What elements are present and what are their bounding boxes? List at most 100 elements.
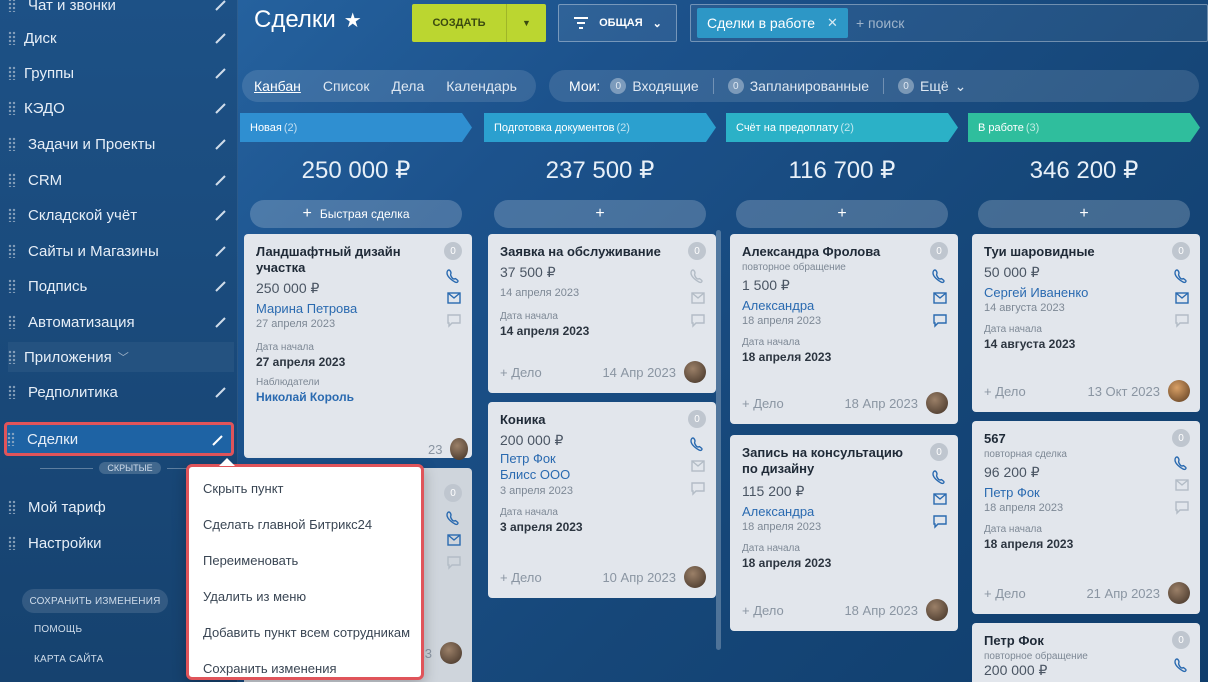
mail-icon[interactable]	[1174, 290, 1190, 306]
avatar[interactable]	[1168, 380, 1190, 402]
phone-icon[interactable]	[1174, 657, 1190, 673]
add-activity-link[interactable]: + Дело	[984, 586, 1026, 601]
avatar[interactable]	[684, 361, 706, 383]
chat-icon[interactable]	[1174, 312, 1190, 328]
deal-card[interactable]: 567 повторная сделка 96 200 ₽ Петр Фок 1…	[972, 421, 1200, 614]
column-scrollbar[interactable]	[716, 230, 721, 650]
deal-card[interactable]: Александра Фролова повторное обращение 1…	[730, 234, 958, 424]
drag-handle-icon[interactable]	[8, 137, 16, 151]
menu-item-sites[interactable]: Сайты и Магазины	[8, 236, 234, 266]
observer-link[interactable]: Николай Король	[256, 390, 460, 404]
edit-icon[interactable]	[214, 31, 228, 45]
edit-icon[interactable]	[214, 279, 228, 293]
menu-item-crm[interactable]: CRM	[8, 165, 234, 195]
column-header[interactable]: Новая (2)	[240, 113, 472, 142]
drag-handle-icon[interactable]	[8, 31, 16, 45]
edit-icon[interactable]	[214, 315, 228, 329]
menu-item-chat[interactable]: Чат и звонки	[8, 0, 234, 20]
deal-title[interactable]: Коника	[500, 412, 680, 428]
deal-title[interactable]: Запись на консультацию по дизайну	[742, 445, 922, 477]
menu-item-kedo[interactable]: КЭДО	[8, 93, 234, 123]
column-header[interactable]: Подготовка документов (2)	[484, 113, 716, 142]
save-changes-button[interactable]: СОХРАНИТЬ ИЗМЕНЕНИЯ	[22, 589, 168, 613]
mail-icon[interactable]	[690, 290, 706, 306]
drag-handle-icon[interactable]	[8, 101, 16, 115]
counter-more[interactable]: 0 Ещё ⌄	[898, 78, 966, 95]
drag-handle-icon[interactable]	[8, 385, 16, 399]
add-activity-link[interactable]: + Дело	[984, 384, 1026, 399]
deal-company[interactable]: Блисс ООО	[500, 467, 704, 483]
chat-icon[interactable]	[690, 480, 706, 496]
counter-planned[interactable]: 0 Запланированные	[727, 78, 869, 94]
phone-icon[interactable]	[932, 469, 948, 485]
drag-handle-icon[interactable]	[8, 66, 16, 80]
tab-activities[interactable]: Дела	[391, 78, 424, 94]
deal-title[interactable]: Петр Фок	[984, 633, 1164, 649]
add-activity-link[interactable]: + Дело	[742, 396, 784, 411]
help-link[interactable]: ПОМОЩЬ	[34, 624, 82, 635]
add-deal-button[interactable]: +	[978, 200, 1190, 228]
edit-icon[interactable]	[214, 208, 228, 222]
column-header[interactable]: Счёт на предоплату (2)	[726, 113, 958, 142]
menu-item-deals[interactable]: Сделки	[4, 422, 234, 456]
avatar[interactable]	[926, 599, 948, 621]
close-icon[interactable]: ✕	[827, 15, 838, 31]
chat-icon[interactable]	[446, 554, 462, 570]
phone-icon[interactable]	[1174, 455, 1190, 471]
drag-handle-icon[interactable]	[8, 173, 16, 187]
deal-card[interactable]: Запись на консультацию по дизайну 115 20…	[730, 435, 958, 631]
edit-icon[interactable]	[214, 385, 228, 399]
deal-card[interactable]: Петр Фок повторное обращение 200 000 ₽ 0	[972, 623, 1200, 682]
deal-contact[interactable]: Александра	[742, 298, 946, 313]
counter-incoming[interactable]: 0 Входящие	[610, 78, 699, 94]
avatar[interactable]	[926, 392, 948, 414]
drag-handle-icon[interactable]	[8, 244, 16, 258]
avatar[interactable]	[450, 438, 468, 460]
drag-handle-icon[interactable]	[8, 0, 16, 12]
edit-icon[interactable]	[214, 173, 228, 187]
create-button[interactable]: СОЗДАТЬ ▼	[412, 4, 546, 42]
deal-contact[interactable]: Александра	[742, 504, 946, 519]
deal-title[interactable]: Ландшафтный дизайн участка	[256, 244, 436, 276]
drag-handle-icon[interactable]	[8, 208, 16, 222]
mail-icon[interactable]	[932, 491, 948, 507]
phone-icon[interactable]	[446, 268, 462, 284]
mail-icon[interactable]	[932, 290, 948, 306]
menu-add-for-all[interactable]: Добавить пункт всем сотрудникам	[203, 625, 410, 640]
menu-hide-item[interactable]: Скрыть пункт	[203, 481, 284, 496]
phone-icon[interactable]	[932, 268, 948, 284]
drag-handle-icon[interactable]	[7, 432, 15, 446]
drag-handle-icon[interactable]	[8, 279, 16, 293]
add-activity-link[interactable]: + Дело	[742, 603, 784, 618]
edit-icon[interactable]	[211, 433, 225, 447]
menu-make-home[interactable]: Сделать главной Битрикс24	[203, 517, 372, 532]
chat-icon[interactable]	[690, 312, 706, 328]
tab-calendar[interactable]: Календарь	[446, 78, 517, 94]
edit-icon[interactable]	[214, 137, 228, 151]
deal-contact[interactable]: Петр Фок	[984, 485, 1188, 500]
chevron-down-icon[interactable]: ▼	[507, 18, 546, 28]
mail-icon[interactable]	[690, 458, 706, 474]
chat-icon[interactable]	[932, 312, 948, 328]
filter-preset-button[interactable]: ОБЩАЯ ⌄	[558, 4, 677, 42]
tab-list[interactable]: Список	[323, 78, 370, 94]
mail-icon[interactable]	[446, 532, 462, 548]
deal-title[interactable]: Туи шаровидные	[984, 244, 1164, 260]
menu-item-groups[interactable]: Группы	[8, 58, 234, 88]
deal-card[interactable]: Заявка на обслуживание 37 500 ₽ 14 апрел…	[488, 234, 716, 393]
deal-contact[interactable]: Петр Фок	[500, 451, 704, 467]
menu-save-changes[interactable]: Сохранить изменения	[203, 661, 337, 676]
phone-icon[interactable]	[446, 510, 462, 526]
avatar[interactable]	[684, 566, 706, 588]
menu-item-apps[interactable]: Приложения ﹀	[8, 342, 234, 372]
drag-handle-icon[interactable]	[8, 536, 16, 550]
avatar[interactable]	[1168, 582, 1190, 604]
menu-delete[interactable]: Удалить из меню	[203, 589, 306, 604]
menu-item-redpolicy[interactable]: Редполитика	[8, 377, 234, 407]
drag-handle-icon[interactable]	[8, 500, 16, 514]
add-activity-link[interactable]: + Дело	[500, 365, 542, 380]
add-activity-link[interactable]: + Дело	[500, 570, 542, 585]
edit-icon[interactable]	[214, 101, 228, 115]
deal-card[interactable]: Туи шаровидные 50 000 ₽ Сергей Иваненко …	[972, 234, 1200, 412]
add-deal-button[interactable]: +	[736, 200, 948, 228]
